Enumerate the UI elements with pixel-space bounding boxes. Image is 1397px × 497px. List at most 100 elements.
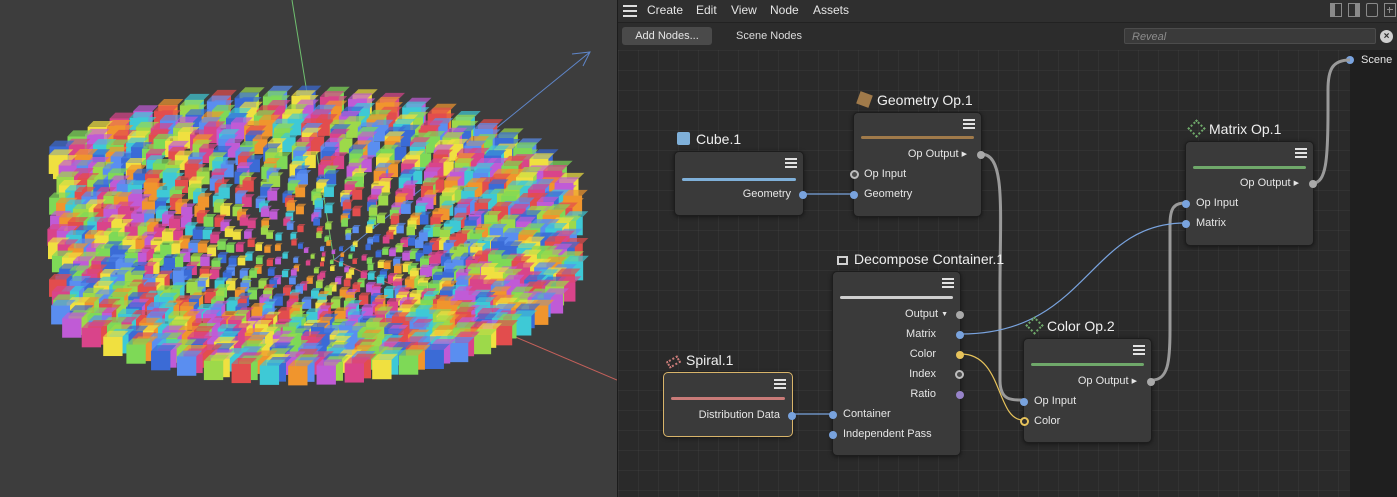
cloned-cube [382,236,390,244]
node-editor-panel: Create Edit View Node Assets Add Nodes..… [617,0,1397,497]
cloned-cube-top [340,252,346,254]
ratio-output-port[interactable] [956,391,964,399]
cloned-cube [62,318,82,338]
expand-icon[interactable] [1384,3,1396,17]
spiral-node[interactable]: Distribution Data [663,372,796,437]
output-port[interactable] [956,311,964,319]
cloned-cube [448,342,469,363]
color-output-label: Color [909,348,936,360]
cloned-cube [274,245,281,251]
add-nodes-button[interactable]: Add Nodes... [622,27,712,45]
layout-right-icon[interactable] [1348,3,1360,17]
cube-node[interactable]: Geometry [674,151,807,216]
matrix-output-port[interactable] [956,331,964,339]
cloned-cube [305,261,311,266]
node-menu-icon[interactable] [942,278,954,290]
index-output-port[interactable] [955,370,964,379]
container-input-port[interactable] [829,411,837,419]
reveal-search-input[interactable]: Reveal [1124,28,1376,44]
node-menu-icon[interactable] [785,158,797,170]
cloned-cube [352,208,361,217]
op-input-port[interactable] [850,170,859,179]
layout-left-icon[interactable] [1330,3,1342,17]
cloned-cube [316,232,322,239]
cloned-cube [239,217,249,226]
matrix-output-label: Matrix [906,328,936,340]
cloned-cube-top [330,296,344,300]
cloned-cube-top [360,270,369,273]
node-menu-icon[interactable] [1133,345,1145,357]
hamburger-menu-icon[interactable] [623,5,637,17]
cloned-cube [264,246,271,253]
menu-view[interactable]: View [731,0,757,22]
cloned-cube [289,277,296,285]
cloned-cube [320,247,325,252]
menu-create[interactable]: Create [647,0,683,22]
cloned-cube [376,215,386,224]
geometry-input-port[interactable] [850,191,858,199]
cube-node-bar [682,178,796,181]
clear-search-icon[interactable]: × [1380,30,1393,43]
cloned-cube-top [247,287,260,291]
geometry-output-port[interactable] [799,191,807,199]
cloned-cube [226,244,235,253]
op-output-port[interactable] [977,151,985,159]
cloned-cube-top [261,218,272,221]
cloned-cube-top [301,296,315,300]
color-input-port[interactable] [1020,417,1029,426]
color-input-label: Color [1034,415,1061,427]
cloned-cube [352,259,357,264]
matrix-op-node[interactable]: Op Output ▶ Op Input Matrix [1182,141,1317,246]
scene-nodes-tab[interactable]: Scene Nodes [736,27,802,45]
cloned-cube-top [226,242,237,245]
cloned-cube-top [214,214,227,218]
color-output-port[interactable] [956,351,964,359]
cloned-cube [338,247,344,252]
cloned-cube [406,226,416,236]
cloned-cube [365,226,373,234]
cloned-cube [241,197,252,207]
menu-edit[interactable]: Edit [696,0,717,22]
menu-assets[interactable]: Assets [813,0,849,22]
cloned-cube [192,229,203,240]
node-menu-icon[interactable] [963,119,975,131]
color-op-node[interactable]: Op Output ▶ Op Input Color [1020,338,1155,443]
cloned-cube-top [324,202,335,206]
cloned-cube [348,254,353,259]
cloned-cube-top [273,293,286,297]
independent-pass-port[interactable] [829,431,837,439]
cloned-cube [286,202,295,212]
geometry-input-label: Geometry [864,188,913,200]
geometry-op-node[interactable]: Op Output ▶ Op Input Geometry [850,112,985,217]
node-graph-canvas[interactable]: Scene Cube.1 Geometry Geometry Op.1 Op O… [618,50,1397,497]
cloned-cube-top [320,245,326,248]
cloned-cube-top [133,105,159,112]
distribution-data-port[interactable] [788,412,796,420]
3d-viewport[interactable] [0,0,617,497]
cloned-cube-top [267,267,277,270]
cloned-cube [321,257,325,262]
cloned-cube [232,231,241,240]
cloned-cube-top [310,288,322,291]
matrix-input-port[interactable] [1182,220,1190,228]
cloned-cube-top [207,244,219,248]
node-menu-icon[interactable] [774,379,786,391]
cloned-cube-top [339,287,351,290]
node-menu-icon[interactable] [1295,148,1307,160]
lock-icon[interactable] [1366,3,1378,17]
decompose-node[interactable]: Output ▼ Matrix Color Index Ratio Contain… [829,271,964,456]
op-output-port[interactable] [1147,378,1155,386]
cloned-cube [414,239,424,249]
cloned-cube-top [343,277,353,280]
cloned-cube [352,189,363,200]
cloned-cube-top [330,265,336,267]
independent-pass-label: Independent Pass [843,428,932,440]
menu-node[interactable]: Node [770,0,799,22]
op-input-port[interactable] [1182,200,1190,208]
op-input-port[interactable] [1020,398,1028,406]
cloned-cube [81,327,102,348]
cloned-cube [350,246,356,252]
wire-decompose-color [960,353,1024,421]
cloned-cube-top [316,226,325,228]
op-output-port[interactable] [1309,180,1317,188]
